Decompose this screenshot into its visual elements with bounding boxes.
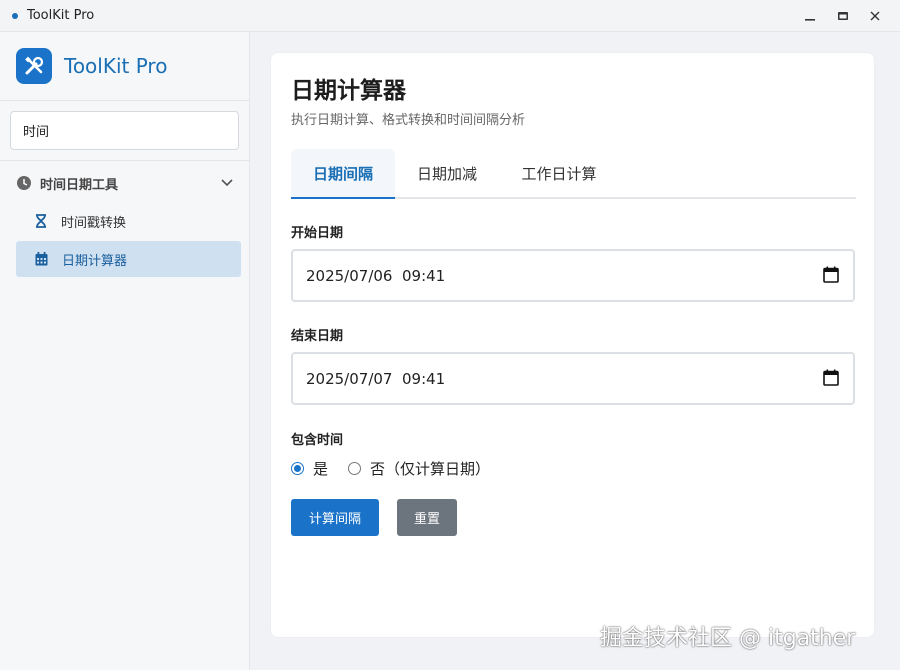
sidebar: ToolKit Pro 时间日期工具 时间戳转换 日期计 xyxy=(0,32,250,670)
include-time-options: 是 否（仅计算日期） xyxy=(291,458,490,479)
close-icon xyxy=(870,11,880,21)
search-input[interactable] xyxy=(10,111,239,150)
nav-group-datetime[interactable]: 时间日期工具 xyxy=(16,171,238,195)
tools-icon xyxy=(16,48,52,84)
tab-workday-calculation[interactable]: 工作日计算 xyxy=(499,149,619,197)
maximize-icon xyxy=(838,12,848,20)
app-icon xyxy=(12,12,18,19)
radio-yes-label[interactable]: 是 xyxy=(313,458,328,479)
include-time-label: 包含时间 xyxy=(291,433,344,448)
start-date-input[interactable]: 2025/07/06 09:41 xyxy=(291,249,855,302)
date-calculator-panel: 日期计算器 执行日期计算、格式转换和时间间隔分析 日期间隔 日期加减 工作日计算… xyxy=(270,52,875,638)
end-date-value: 2025/07/07 09:41 xyxy=(306,369,446,388)
divider xyxy=(0,160,250,161)
window-title: ToolKit Pro xyxy=(27,8,95,23)
clock-icon xyxy=(17,176,31,190)
close-button[interactable] xyxy=(858,0,892,32)
calendar-picker-icon[interactable] xyxy=(823,369,839,386)
hourglass-icon xyxy=(36,214,46,228)
calendar-icon xyxy=(35,252,48,266)
calculate-interval-button[interactable]: 计算间隔 xyxy=(291,499,379,536)
radio-yes[interactable] xyxy=(291,462,304,475)
nav-group-label: 时间日期工具 xyxy=(40,177,119,193)
start-date-value: 2025/07/06 09:41 xyxy=(306,266,446,285)
minimize-icon xyxy=(805,19,815,21)
chevron-down-icon xyxy=(221,179,233,187)
sidebar-item-timestamp[interactable]: 时间戳转换 xyxy=(16,203,241,239)
end-date-input[interactable]: 2025/07/07 09:41 xyxy=(291,352,855,405)
sidebar-item-label: 时间戳转换 xyxy=(61,215,127,231)
maximize-button[interactable] xyxy=(826,0,860,32)
divider xyxy=(0,100,250,101)
tab-date-interval[interactable]: 日期间隔 xyxy=(291,149,395,199)
tab-bar: 日期间隔 日期加减 工作日计算 xyxy=(291,149,856,199)
radio-no-label[interactable]: 否（仅计算日期） xyxy=(370,458,490,479)
radio-no[interactable] xyxy=(348,462,362,475)
watermark: 掘金技术社区 @ itgather xyxy=(600,626,856,651)
page-description: 执行日期计算、格式转换和时间间隔分析 xyxy=(291,113,526,128)
title-bar: ToolKit Pro xyxy=(0,0,900,32)
sidebar-item-date-calculator[interactable]: 日期计算器 xyxy=(16,241,241,277)
end-date-label: 结束日期 xyxy=(291,329,344,344)
minimize-button[interactable] xyxy=(793,0,827,32)
sidebar-item-label: 日期计算器 xyxy=(62,253,128,269)
start-date-label: 开始日期 xyxy=(291,226,344,241)
calendar-picker-icon[interactable] xyxy=(823,266,839,283)
page-title: 日期计算器 xyxy=(291,78,406,104)
brand: ToolKit Pro xyxy=(16,48,167,84)
brand-name: ToolKit Pro xyxy=(64,54,168,78)
reset-button[interactable]: 重置 xyxy=(397,499,457,536)
tab-date-add-subtract[interactable]: 日期加减 xyxy=(395,149,499,197)
